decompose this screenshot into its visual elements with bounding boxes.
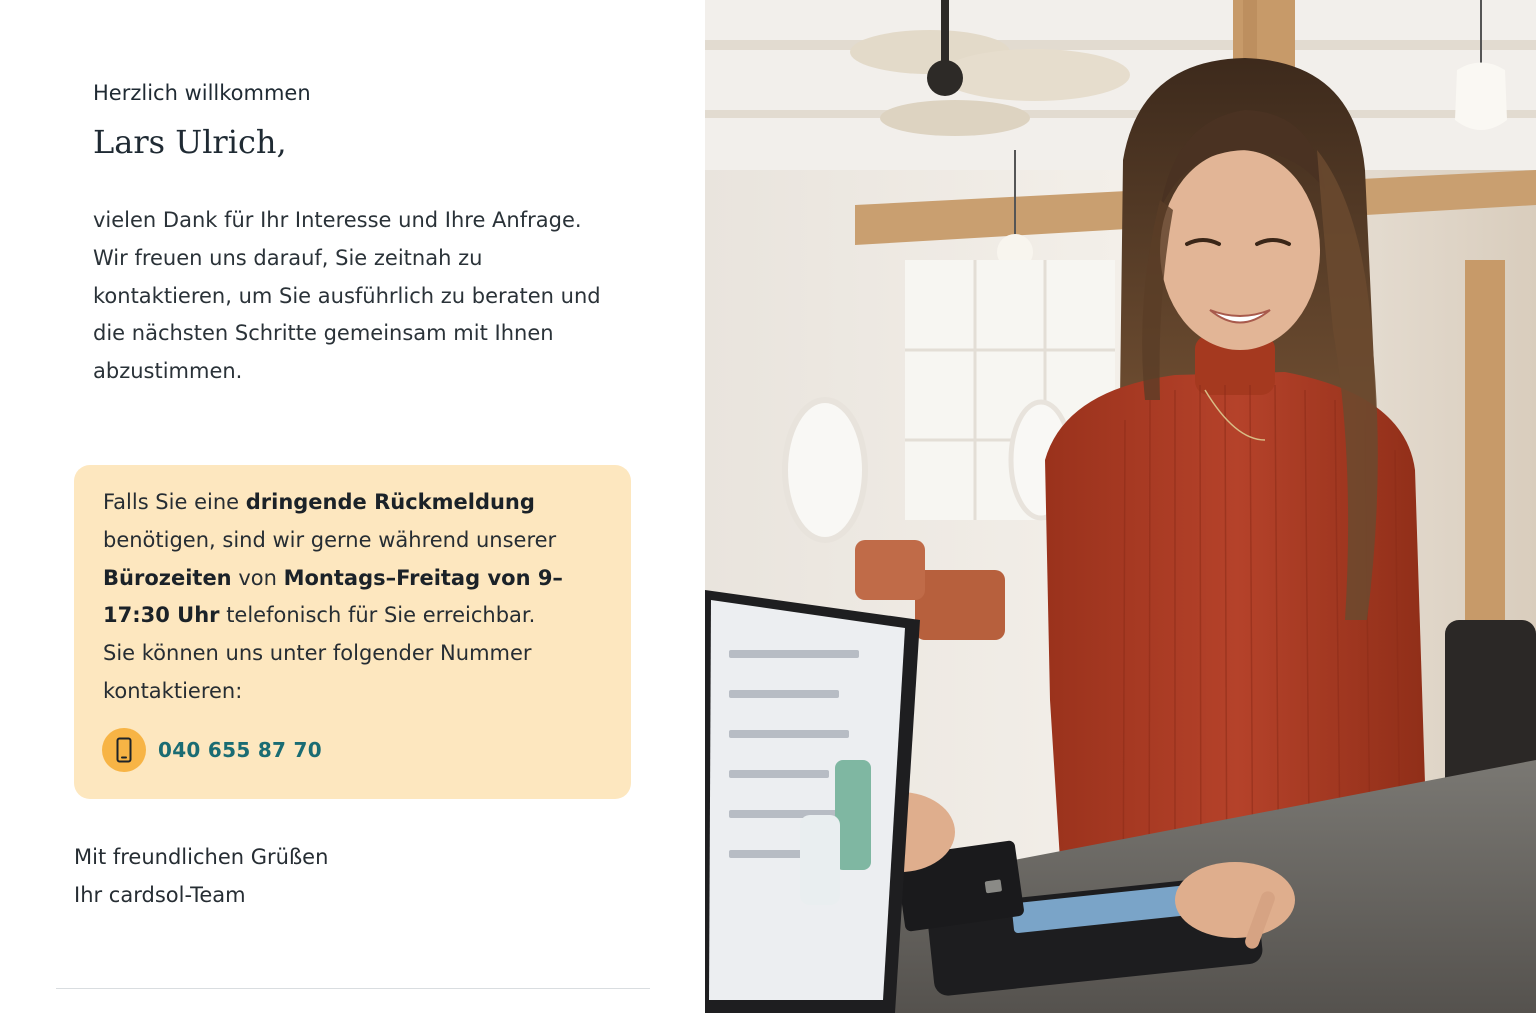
welcome-label: Herzlich willkommen [93, 81, 311, 105]
smartphone-icon [102, 728, 146, 772]
customer-name: Lars Ulrich, [93, 123, 287, 161]
phone-number-link[interactable]: 040 655 87 70 [158, 738, 322, 762]
signoff-team: Ihr cardsol-Team [74, 883, 246, 907]
callout-bold-urgent: dringende Rückmeldung [245, 490, 535, 514]
woman-paying-card-illustration [705, 0, 1536, 1013]
callout-text-5: Sie können uns unter folgender Nummer ko… [103, 641, 532, 703]
callout-bold-office-hours: Bürozeiten [103, 565, 232, 590]
message-paragraph-1: vielen Dank für Ihr Interesse und Ihre A… [93, 208, 582, 232]
signoff: Mit freundlichen Grüßen Ihr cardsol-Team [74, 838, 328, 914]
welcome-panel: Herzlich willkommen Lars Ulrich, vielen … [0, 0, 705, 1013]
urgent-contact-callout: Falls Sie eine dringende Rückmeldung ben… [74, 465, 631, 799]
message-body: vielen Dank für Ihr Interesse und Ihre A… [93, 202, 613, 391]
callout-text-1: Falls Sie eine [103, 490, 246, 514]
callout-text-3: von [231, 565, 284, 590]
callout-text: Falls Sie eine dringende Rückmeldung ben… [103, 484, 613, 711]
hero-photo [705, 0, 1536, 1013]
phone-contact[interactable]: 040 655 87 70 [102, 728, 322, 772]
signoff-greeting: Mit freundlichen Grüßen [74, 845, 329, 869]
message-paragraph-2: Wir freuen uns darauf, Sie zeitnah zu ko… [93, 245, 601, 384]
callout-text-4: telefonisch für Sie erreichbar. [219, 603, 536, 628]
callout-text-2: benötigen, sind wir gerne während unsere… [103, 527, 557, 552]
footer-divider [56, 988, 650, 989]
